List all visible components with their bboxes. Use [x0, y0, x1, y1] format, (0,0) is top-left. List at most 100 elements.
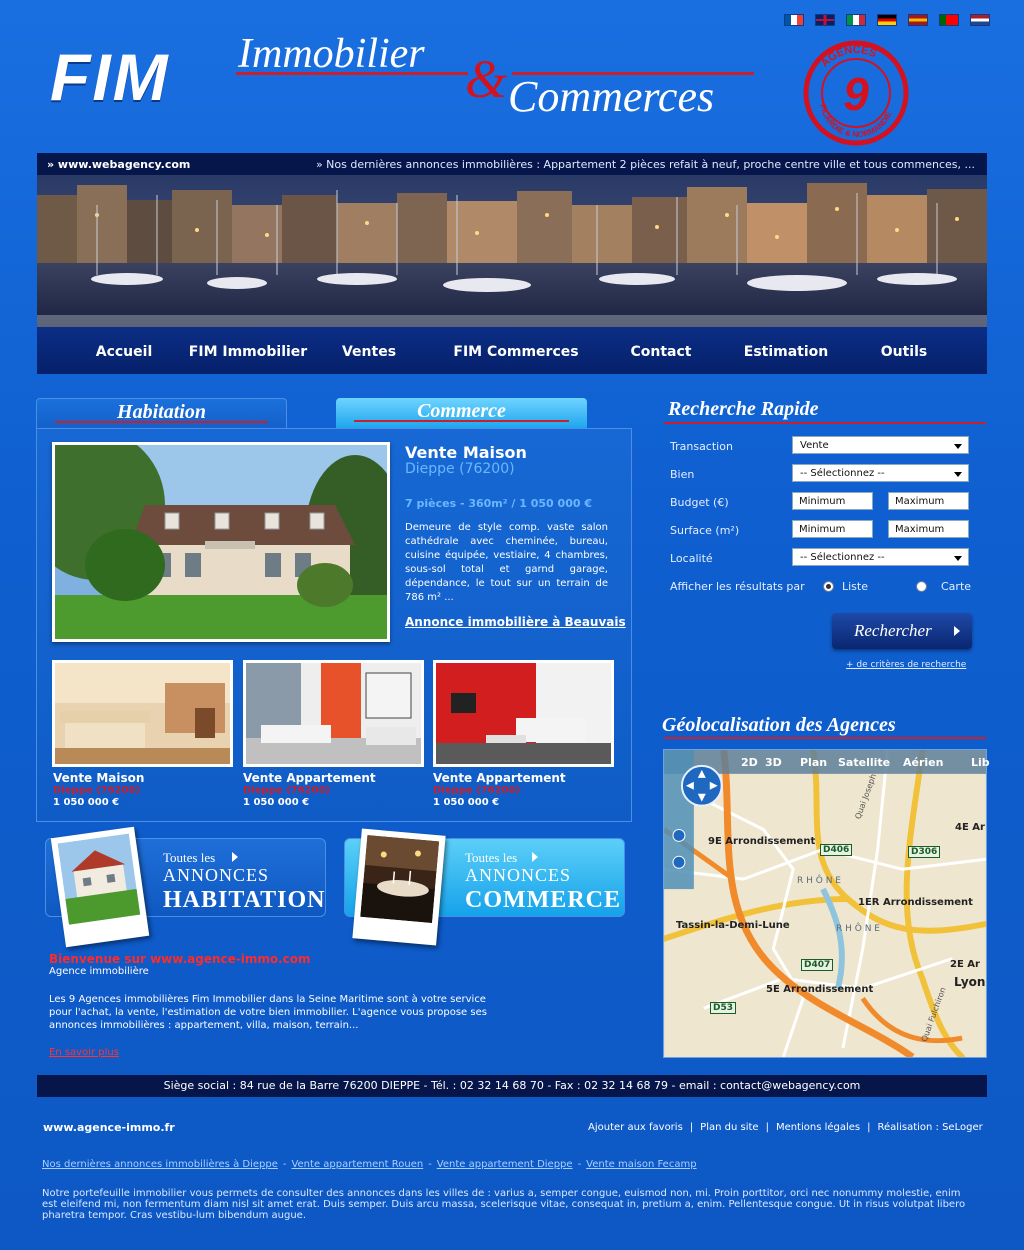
svg-text:AGENCES: AGENCES: [819, 44, 878, 70]
welcome-text: Les 9 Agences immobilières Fim Immobilie…: [49, 994, 487, 1031]
seo-link[interactable]: Vente maison Fecamp: [586, 1159, 696, 1170]
tab-habitation[interactable]: Habitation: [36, 398, 287, 430]
nav-item-fim-immobilier[interactable]: FIM Immobilier: [187, 327, 309, 374]
arrow-right-icon: [232, 852, 238, 862]
promo-commerce-big: COMMERCE: [465, 887, 621, 913]
display-map-radio[interactable]: [916, 581, 927, 592]
map-label-arr1: 1ER Arrondissement: [858, 897, 973, 908]
featured-title: Vente Maison: [405, 443, 527, 462]
agences-stamp-icon: AGENCES PICARDIE & NORMANDIE 9: [803, 40, 909, 146]
seo-link[interactable]: Vente appartement Dieppe: [437, 1159, 573, 1170]
map-label-arr5: 5E Arrondissement: [766, 984, 874, 995]
logo-fim[interactable]: FIM: [50, 42, 170, 112]
footer-link[interactable]: Mentions légales: [776, 1122, 860, 1133]
map-tab-1[interactable]: 3D: [765, 756, 782, 769]
chevron-down-icon: [954, 472, 962, 477]
listing-photo-2[interactable]: [243, 660, 424, 767]
map-label-arr2: 2E Ar: [950, 959, 980, 970]
separator: -: [428, 1159, 432, 1170]
listing-title[interactable]: Vente Appartement: [433, 771, 566, 785]
dutch-flag[interactable]: [970, 14, 990, 26]
uk-flag[interactable]: [815, 14, 835, 26]
featured-link[interactable]: Annonce immobilière à Beauvais: [405, 615, 626, 629]
german-flag[interactable]: [877, 14, 897, 26]
search-select-0[interactable]: Vente: [792, 436, 969, 454]
map-label-d53: D53: [710, 1002, 736, 1014]
commerce-polaroid: [352, 828, 446, 946]
display-map-label: Carte: [941, 580, 972, 593]
nav-item-fim-commerces[interactable]: FIM Commerces: [437, 327, 595, 374]
listing-title[interactable]: Vente Appartement: [243, 771, 376, 785]
ticker-news[interactable]: » Nos dernières annonces immobilières : …: [316, 158, 975, 171]
footer-links: Ajouter aux favoris | Plan du site | Mention…: [588, 1122, 983, 1133]
more-criteria-link[interactable]: + de critères de recherche: [846, 660, 966, 670]
listing-title[interactable]: Vente Maison: [53, 771, 144, 785]
search-input-max[interactable]: Maximum: [888, 520, 969, 538]
search-input-min[interactable]: Minimum: [792, 520, 873, 538]
tab-commerce[interactable]: Commerce: [336, 398, 587, 428]
logo-commerces: Commerces: [508, 72, 715, 121]
separator: |: [689, 1122, 694, 1133]
promo-habitation-mid: ANNONCES: [163, 865, 270, 885]
search-field-label: Transaction: [670, 440, 733, 453]
listing-photo-1[interactable]: [52, 660, 233, 767]
map-tab-2[interactable]: Plan: [800, 756, 827, 769]
main-nav: Accueil FIM Immobilier Ventes FIM Commerces…: [37, 327, 987, 374]
map-tab-3[interactable]: Satellite: [838, 756, 890, 769]
footer-link[interactable]: Réalisation : SeLoger: [878, 1122, 983, 1133]
ticker-site[interactable]: » www.webagency.com: [47, 158, 190, 171]
featured-specs: 7 pièces - 360m² / 1 050 000 €: [405, 497, 592, 510]
tab-underline: [354, 420, 569, 422]
map-label-d306: D306: [908, 846, 941, 858]
french-flag[interactable]: [784, 14, 804, 26]
map-label-d407: D407: [801, 959, 834, 971]
listing-location: Dieppe (76200): [53, 785, 141, 796]
arrow-right-icon: [532, 852, 538, 862]
seo-link[interactable]: Vente appartement Rouen: [291, 1159, 423, 1170]
nav-item-outils[interactable]: Outils: [867, 327, 941, 374]
footer-link[interactable]: Plan du site: [700, 1122, 758, 1133]
map-label-arr9: 9E Arrondissement: [708, 836, 816, 847]
search-field-label: Bien: [670, 468, 695, 481]
language-flags: [784, 14, 990, 26]
nav-item-contact[interactable]: Contact: [617, 327, 705, 374]
footer-link[interactable]: Ajouter aux favoris: [588, 1122, 683, 1133]
stamp-top-text: AGENCES: [819, 44, 878, 70]
geo-title-underline: [664, 737, 986, 739]
display-list-radio[interactable]: [823, 581, 834, 592]
search-button-label: Rechercher: [854, 621, 932, 640]
chevron-down-icon: [954, 444, 962, 449]
search-input-max[interactable]: Maximum: [888, 492, 969, 510]
map-label-d406: D406: [820, 844, 853, 856]
seo-link[interactable]: Nos dernières annonces immobilières à Di…: [42, 1159, 278, 1170]
logo-ampersand: &: [465, 49, 508, 109]
nav-item-ventes[interactable]: Ventes: [332, 327, 406, 374]
footer-site[interactable]: www.agence-immo.fr: [43, 1121, 175, 1134]
portuguese-flag[interactable]: [939, 14, 959, 26]
map-tab-0[interactable]: 2D: [741, 756, 758, 769]
listing-price: 1 050 000 €: [53, 797, 120, 808]
listing-photo-3[interactable]: [433, 660, 614, 767]
search-title: Recherche Rapide: [668, 398, 819, 420]
search-input-min[interactable]: Minimum: [792, 492, 873, 510]
listing-price: 1 050 000 €: [243, 797, 310, 808]
chevron-down-icon: [954, 556, 962, 561]
listing-location: Dieppe (76200): [243, 785, 331, 796]
welcome-subtitle: Agence immobilière: [49, 966, 149, 977]
search-select-4[interactable]: -- Sélectionnez --: [792, 548, 969, 566]
stamp-number: 9: [843, 68, 869, 120]
nav-item-accueil[interactable]: Accueil: [75, 327, 173, 374]
search-select-1[interactable]: -- Sélectionnez --: [792, 464, 969, 482]
spanish-flag[interactable]: [908, 14, 928, 26]
display-label: Afficher les résultats par: [670, 580, 805, 593]
map-tab-4[interactable]: Aérien: [903, 756, 943, 769]
map-tab-5[interactable]: Lib: [971, 756, 990, 769]
welcome-more-link[interactable]: En savoir plus: [49, 1047, 119, 1058]
search-select-value: -- Sélectionnez --: [800, 468, 885, 479]
featured-house-photo[interactable]: [52, 442, 390, 642]
search-button[interactable]: Rechercher: [832, 613, 972, 649]
nav-item-estimation[interactable]: Estimation: [727, 327, 845, 374]
italian-flag[interactable]: [846, 14, 866, 26]
welcome-title: Bienvenue sur www.agence-immo.com: [49, 952, 311, 966]
search-field-label: Budget (€): [670, 496, 729, 509]
